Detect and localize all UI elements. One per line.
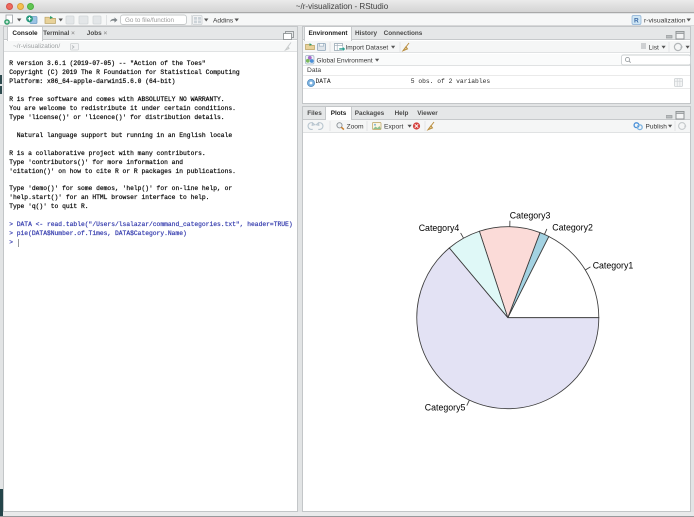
svg-text:Category5: Category5 xyxy=(425,402,466,412)
svg-text:Category1: Category1 xyxy=(593,260,634,270)
svg-text:List: List xyxy=(649,44,660,51)
svg-text:Export: Export xyxy=(384,123,403,130)
svg-text:R: R xyxy=(634,18,639,25)
svg-text:Import Dataset: Import Dataset xyxy=(346,44,389,51)
svg-text:Publish: Publish xyxy=(646,123,668,130)
svg-text:Zoom: Zoom xyxy=(347,123,365,130)
svg-text:Category3: Category3 xyxy=(510,211,551,221)
svg-text:Category4: Category4 xyxy=(419,223,460,233)
svg-text:Addins: Addins xyxy=(213,17,234,24)
svg-text:Global Environment: Global Environment xyxy=(317,57,373,64)
svg-text:Category2: Category2 xyxy=(552,222,593,232)
svg-text:r-visualization: r-visualization xyxy=(644,17,686,24)
svg-text:Go to file/function: Go to file/function xyxy=(125,17,175,24)
